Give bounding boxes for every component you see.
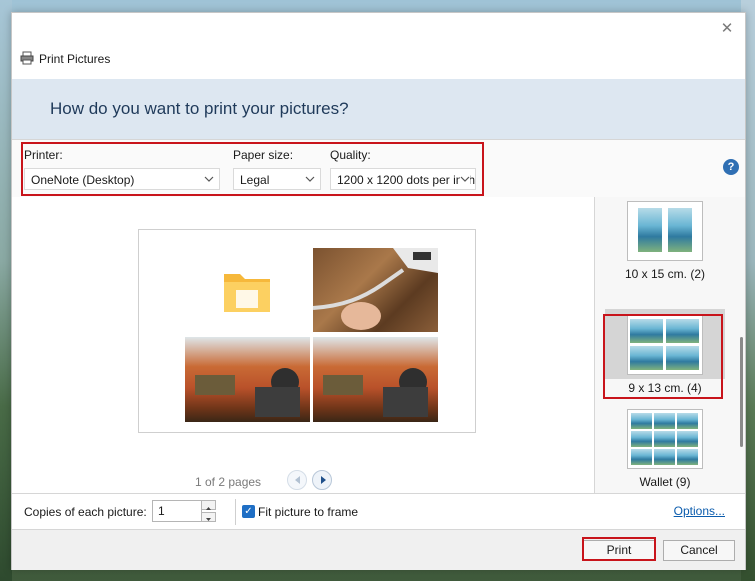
printer-group: Printer: OneNote (Desktop) <box>24 148 220 190</box>
layout-scrollbar[interactable] <box>740 337 743 447</box>
layout-option-wallet[interactable]: Wallet (9) <box>605 409 725 489</box>
preview-picture-usb-cable <box>313 248 438 332</box>
next-page-button[interactable] <box>312 470 332 490</box>
title-bar: Print Pictures <box>12 47 745 71</box>
chevron-down-icon <box>460 174 470 184</box>
page-counter: 1 of 2 pages <box>195 475 262 489</box>
paper-size-group: Paper size: Legal <box>233 148 321 190</box>
chevron-down-icon <box>305 176 315 182</box>
copies-spinner <box>201 500 216 522</box>
cancel-button[interactable]: Cancel <box>663 540 735 561</box>
options-link[interactable]: Options... <box>674 504 725 518</box>
print-options-bar: Printer: OneNote (Desktop) Paper size: L… <box>12 139 745 198</box>
copies-input[interactable]: 1 <box>152 500 202 522</box>
close-button[interactable]: ✕ <box>717 19 737 39</box>
chevron-up-icon <box>206 507 211 510</box>
copies-increment-button[interactable] <box>201 500 216 510</box>
copies-bar: Copies of each picture: 1 ✓ Fit picture … <box>12 493 745 530</box>
layout-thumbnail <box>627 201 703 261</box>
layout-label: Wallet (9) <box>639 475 691 489</box>
preview-picture-game-1 <box>185 337 310 422</box>
dialog-footer: Print Cancel <box>12 529 745 570</box>
layout-list: 10 x 15 cm. (2) 9 x 13 cm. (4) Wallet (9… <box>594 197 745 493</box>
quality-label: Quality: <box>330 148 371 162</box>
chevron-down-icon <box>206 518 211 521</box>
layout-label: 9 x 13 cm. (4) <box>628 381 702 395</box>
usb-cable-photo-art <box>313 248 438 330</box>
layout-label: 10 x 15 cm. (2) <box>624 267 706 281</box>
game-screenshot-art <box>323 368 428 417</box>
window-title: Print Pictures <box>39 52 111 66</box>
fit-picture-label: Fit picture to frame <box>258 505 359 519</box>
header-banner: How do you want to print your pictures? <box>12 79 745 139</box>
paper-size-label: Paper size: <box>233 148 294 162</box>
layout-option-9x13[interactable]: 9 x 13 cm. (4) <box>605 309 725 395</box>
quality-select[interactable]: 1200 x 1200 dots per inch <box>330 168 476 190</box>
print-pictures-dialog: ✕ Print Pictures How do you want to prin… <box>11 12 746 570</box>
folder-icon <box>224 274 270 312</box>
game-screenshot-art <box>195 368 300 417</box>
printer-select[interactable]: OneNote (Desktop) <box>24 168 220 190</box>
copies-decrement-button[interactable] <box>201 512 216 522</box>
printer-value: OneNote (Desktop) <box>31 173 135 187</box>
paper-size-select[interactable]: Legal <box>233 168 321 190</box>
print-button[interactable]: Print <box>583 540 655 561</box>
layout-thumbnail <box>627 315 703 375</box>
preview-picture-folder <box>185 248 307 332</box>
fit-picture-checkbox[interactable]: ✓ <box>242 505 255 518</box>
banner-heading: How do you want to print your pictures? <box>50 99 349 118</box>
layout-option-10x15[interactable]: 10 x 15 cm. (2) <box>605 201 725 281</box>
divider <box>235 499 236 525</box>
arrow-left-icon <box>295 476 300 484</box>
page-preview <box>138 229 476 433</box>
quality-value: 1200 x 1200 dots per inch <box>337 173 476 187</box>
quality-group: Quality: 1200 x 1200 dots per inch <box>330 148 476 190</box>
layout-selection-background <box>605 309 725 379</box>
copies-label: Copies of each picture: <box>24 505 147 519</box>
layout-thumbnail <box>627 409 703 469</box>
help-icon[interactable]: ? <box>723 159 739 175</box>
paper-size-value: Legal <box>240 173 270 187</box>
preview-picture-game-2 <box>313 337 438 422</box>
printer-label: Printer: <box>24 148 63 162</box>
arrow-right-icon <box>321 476 326 484</box>
chevron-down-icon <box>204 176 214 182</box>
printer-icon <box>20 51 34 65</box>
previous-page-button[interactable] <box>287 470 307 490</box>
preview-pane: 1 of 2 pages <box>12 197 594 493</box>
